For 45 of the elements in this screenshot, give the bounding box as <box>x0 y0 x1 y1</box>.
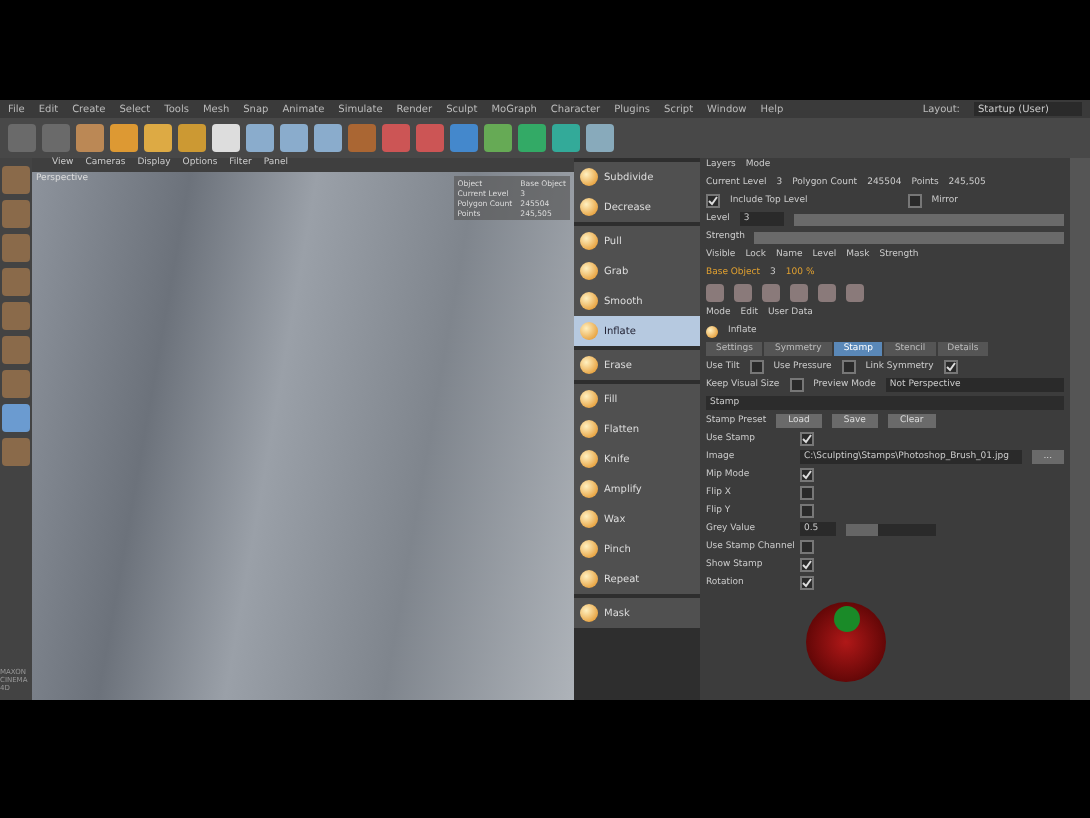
toolbar-icon[interactable] <box>518 124 546 152</box>
checkbox[interactable] <box>800 558 814 572</box>
checkbox[interactable] <box>800 468 814 482</box>
tool-icon[interactable] <box>2 370 30 398</box>
toolbar-icon[interactable] <box>110 124 138 152</box>
text-field[interactable] <box>793 213 1064 225</box>
slider-fill[interactable] <box>846 523 878 535</box>
stamp-preview-drawing <box>806 602 886 682</box>
toolbar-icon[interactable] <box>382 124 410 152</box>
toolbar-icon[interactable] <box>178 124 206 152</box>
toolbar-icon[interactable] <box>246 124 274 152</box>
tool-icon[interactable] <box>2 268 30 296</box>
toolbar-icon[interactable] <box>8 124 36 152</box>
toolbar-icon[interactable] <box>484 124 512 152</box>
checkbox[interactable] <box>800 504 814 518</box>
checkbox[interactable] <box>749 360 764 374</box>
toolbar-icon[interactable] <box>314 124 342 152</box>
tool-icon[interactable] <box>2 404 30 432</box>
tool-icon[interactable] <box>2 438 30 466</box>
toolbar-icon[interactable] <box>212 124 240 152</box>
toolbar-icon[interactable] <box>76 124 104 152</box>
tool-icon[interactable] <box>2 336 30 364</box>
toolbar-icon[interactable] <box>450 124 478 152</box>
tool-icon[interactable] <box>2 200 30 228</box>
toolbar-icon[interactable] <box>416 124 444 152</box>
toolbar-icon[interactable] <box>552 124 580 152</box>
checkbox[interactable] <box>800 432 814 446</box>
tool-icon[interactable] <box>2 234 30 262</box>
tool-icon[interactable] <box>2 166 30 194</box>
checkbox[interactable] <box>841 360 856 374</box>
checkbox[interactable] <box>907 194 922 208</box>
checkbox[interactable] <box>800 540 814 554</box>
checkbox[interactable] <box>789 378 804 392</box>
toolbar-icon[interactable] <box>280 124 308 152</box>
checkbox[interactable] <box>800 486 814 500</box>
text-field[interactable] <box>754 231 1064 243</box>
toolbar-icon[interactable] <box>586 124 614 152</box>
brush-icon <box>706 325 718 337</box>
toolbar-icon[interactable] <box>144 124 172 152</box>
checkbox[interactable] <box>943 360 958 374</box>
toolbar-icon[interactable] <box>42 124 70 152</box>
checkbox[interactable] <box>706 194 720 208</box>
tool-icon[interactable] <box>2 302 30 330</box>
toolbar-icon[interactable] <box>348 124 376 152</box>
checkbox[interactable] <box>800 576 814 590</box>
